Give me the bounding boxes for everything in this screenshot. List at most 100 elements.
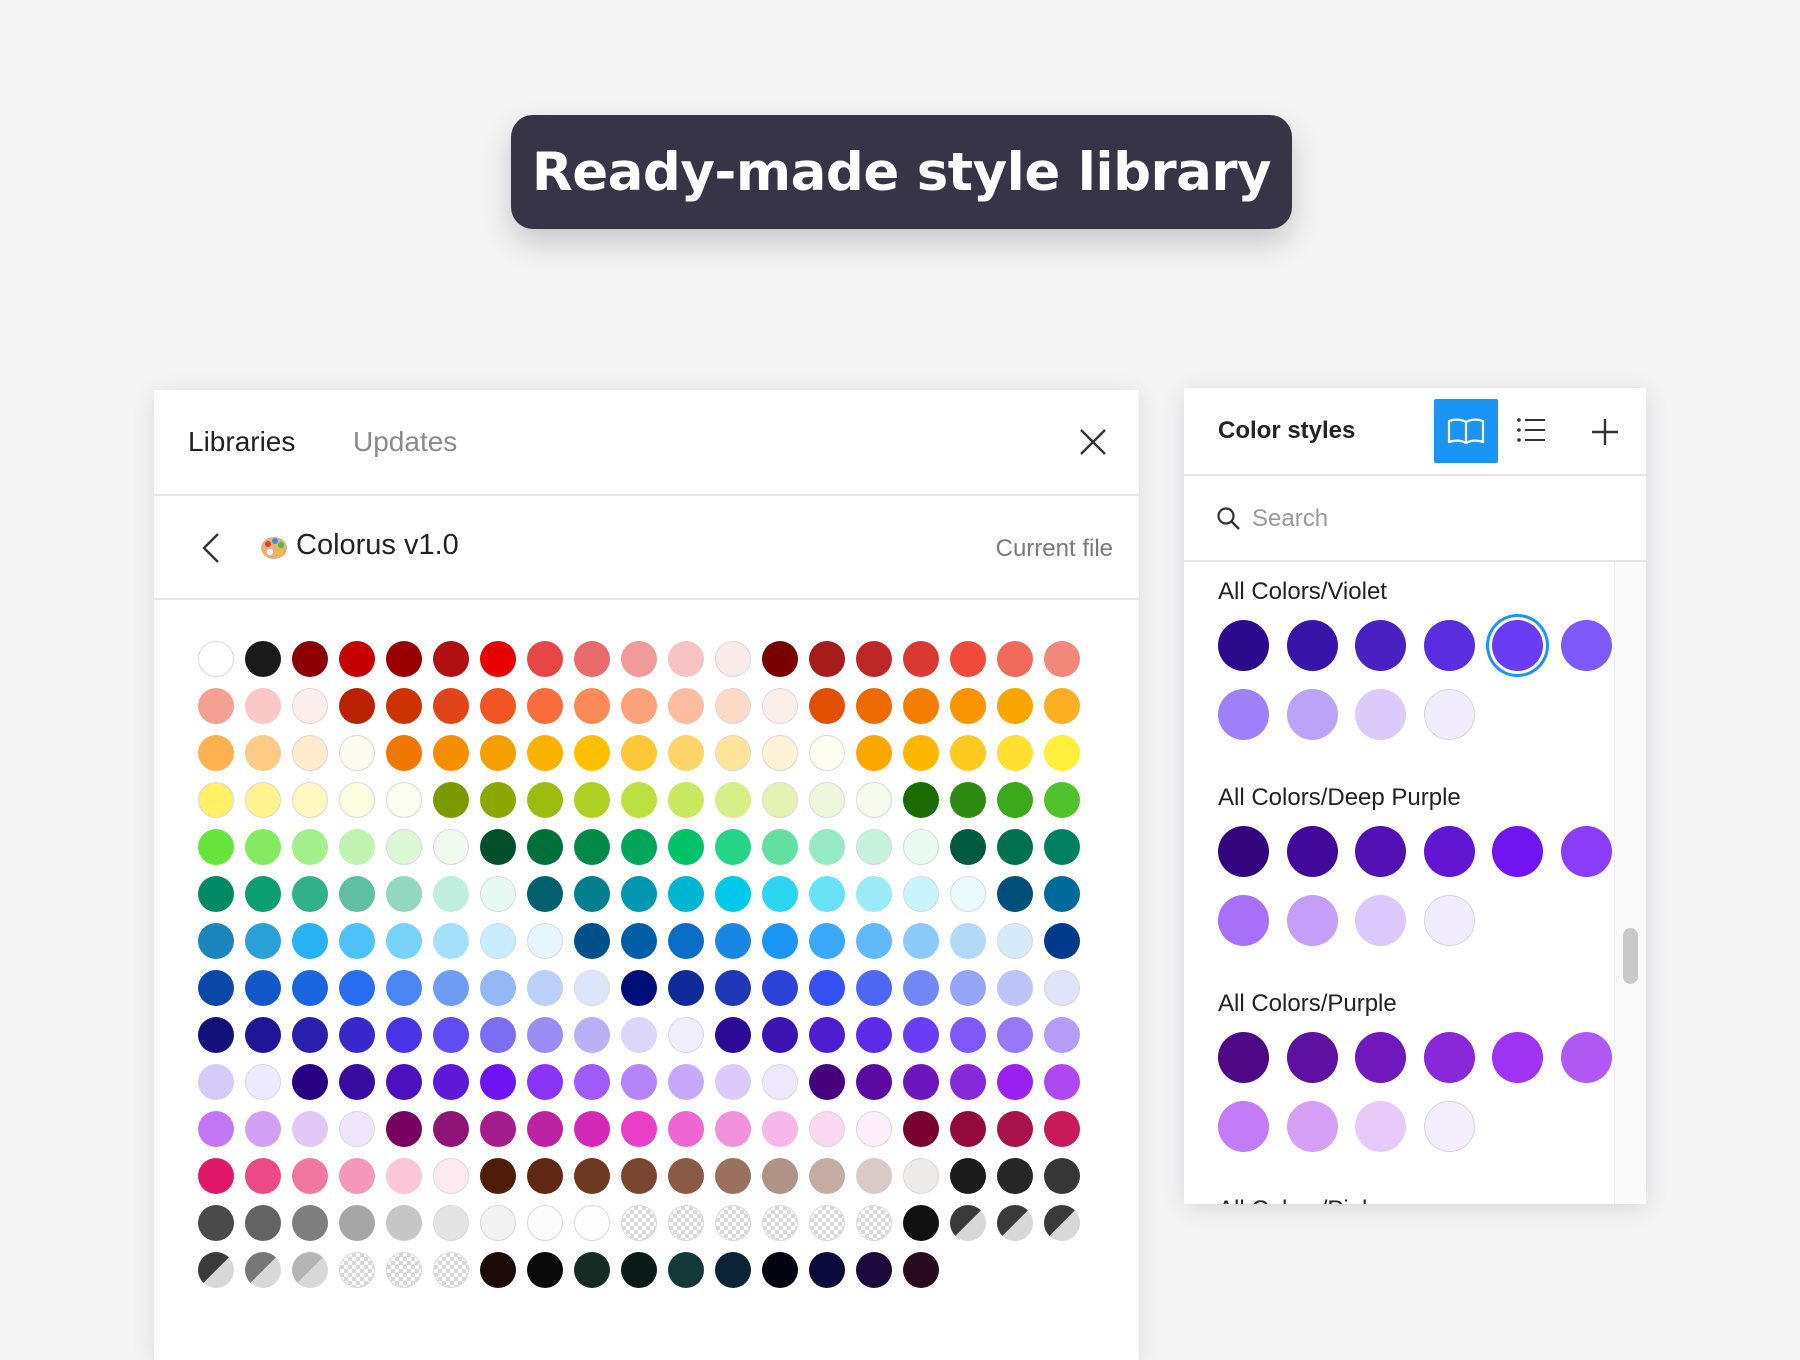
color-swatch[interactable] — [762, 1111, 798, 1147]
color-swatch[interactable] — [809, 1064, 845, 1100]
color-swatch[interactable] — [621, 923, 657, 959]
color-swatch[interactable] — [950, 923, 986, 959]
style-swatch[interactable] — [1423, 1101, 1475, 1152]
color-swatch[interactable] — [856, 641, 892, 677]
color-swatch[interactable] — [480, 1252, 516, 1288]
color-swatch[interactable] — [856, 735, 892, 771]
color-swatch[interactable] — [527, 876, 563, 912]
color-swatch[interactable] — [433, 923, 469, 959]
color-swatch[interactable] — [997, 1111, 1033, 1147]
color-swatch[interactable] — [621, 876, 657, 912]
color-swatch[interactable] — [433, 829, 469, 865]
color-swatch[interactable] — [903, 1064, 939, 1100]
color-swatch[interactable] — [339, 1064, 375, 1100]
color-swatch[interactable] — [480, 876, 516, 912]
color-swatch[interactable] — [997, 1205, 1033, 1241]
color-swatch[interactable] — [480, 1017, 516, 1053]
color-swatch[interactable] — [762, 641, 798, 677]
color-swatch[interactable] — [527, 829, 563, 865]
color-swatch[interactable] — [433, 782, 469, 818]
color-swatch[interactable] — [574, 641, 610, 677]
color-swatch[interactable] — [621, 782, 657, 818]
color-swatch[interactable] — [574, 829, 610, 865]
color-swatch[interactable] — [339, 923, 375, 959]
style-swatch[interactable] — [1355, 826, 1406, 877]
style-swatch[interactable] — [1423, 895, 1475, 946]
color-swatch[interactable] — [903, 876, 939, 912]
color-swatch[interactable] — [433, 735, 469, 771]
color-swatch[interactable] — [1044, 876, 1080, 912]
color-swatch[interactable] — [1044, 970, 1080, 1006]
color-swatch[interactable] — [809, 1252, 845, 1288]
color-swatch[interactable] — [386, 1205, 422, 1241]
color-swatch[interactable] — [903, 641, 939, 677]
color-swatch[interactable] — [292, 1205, 328, 1241]
tab-updates[interactable]: Updates — [353, 426, 457, 458]
color-swatch[interactable] — [386, 735, 422, 771]
color-swatch[interactable] — [292, 1017, 328, 1053]
color-swatch[interactable] — [574, 1111, 610, 1147]
color-swatch[interactable] — [668, 970, 704, 1006]
color-swatch[interactable] — [668, 923, 704, 959]
style-swatch[interactable] — [1423, 1032, 1475, 1083]
color-swatch[interactable] — [574, 735, 610, 771]
color-swatch[interactable] — [1044, 782, 1080, 818]
color-swatch[interactable] — [809, 829, 845, 865]
style-swatch[interactable] — [1423, 826, 1475, 877]
color-swatch[interactable] — [950, 688, 986, 724]
style-swatch[interactable] — [1560, 826, 1612, 877]
color-swatch[interactable] — [997, 923, 1033, 959]
color-swatch[interactable] — [386, 641, 422, 677]
color-swatch[interactable] — [198, 876, 234, 912]
color-swatch[interactable] — [668, 1111, 704, 1147]
color-swatch[interactable] — [433, 970, 469, 1006]
color-swatch[interactable] — [997, 782, 1033, 818]
color-swatch[interactable] — [292, 735, 328, 771]
color-swatch[interactable] — [997, 1017, 1033, 1053]
color-swatch[interactable] — [621, 1064, 657, 1100]
color-swatch[interactable] — [480, 688, 516, 724]
style-swatch[interactable] — [1355, 1032, 1406, 1083]
color-swatch[interactable] — [480, 829, 516, 865]
color-swatch[interactable] — [386, 1252, 422, 1288]
color-swatch[interactable] — [903, 1158, 939, 1194]
color-swatch[interactable] — [198, 1252, 234, 1288]
color-swatch[interactable] — [1044, 735, 1080, 771]
color-swatch[interactable] — [950, 970, 986, 1006]
color-swatch[interactable] — [433, 1158, 469, 1194]
color-swatch[interactable] — [339, 1205, 375, 1241]
style-swatch[interactable] — [1218, 826, 1269, 877]
color-swatch[interactable] — [574, 970, 610, 1006]
color-swatch[interactable] — [903, 1205, 939, 1241]
color-swatch[interactable] — [574, 1205, 610, 1241]
color-swatch[interactable] — [997, 735, 1033, 771]
close-icon[interactable] — [1075, 424, 1111, 460]
tab-libraries[interactable]: Libraries — [188, 426, 295, 458]
style-swatch[interactable] — [1218, 689, 1269, 740]
color-swatch[interactable] — [292, 1158, 328, 1194]
color-swatch[interactable] — [339, 782, 375, 818]
color-swatch[interactable] — [950, 1017, 986, 1053]
library-button[interactable] — [1434, 399, 1498, 463]
color-swatch[interactable] — [997, 688, 1033, 724]
color-swatch[interactable] — [903, 923, 939, 959]
style-swatch[interactable] — [1560, 620, 1612, 671]
color-swatch[interactable] — [856, 782, 892, 818]
color-swatch[interactable] — [762, 688, 798, 724]
color-swatch[interactable] — [574, 1017, 610, 1053]
style-swatch[interactable] — [1218, 1101, 1269, 1152]
color-swatch[interactable] — [292, 1111, 328, 1147]
color-swatch[interactable] — [997, 1158, 1033, 1194]
color-swatch[interactable] — [762, 782, 798, 818]
color-swatch[interactable] — [950, 1111, 986, 1147]
color-swatch[interactable] — [668, 641, 704, 677]
color-swatch[interactable] — [245, 970, 281, 1006]
color-swatch[interactable] — [480, 641, 516, 677]
color-swatch[interactable] — [198, 782, 234, 818]
color-swatch[interactable] — [762, 1158, 798, 1194]
color-swatch[interactable] — [903, 970, 939, 1006]
color-swatch[interactable] — [903, 1111, 939, 1147]
color-swatch[interactable] — [715, 970, 751, 1006]
color-swatch[interactable] — [527, 1064, 563, 1100]
color-swatch[interactable] — [527, 1252, 563, 1288]
